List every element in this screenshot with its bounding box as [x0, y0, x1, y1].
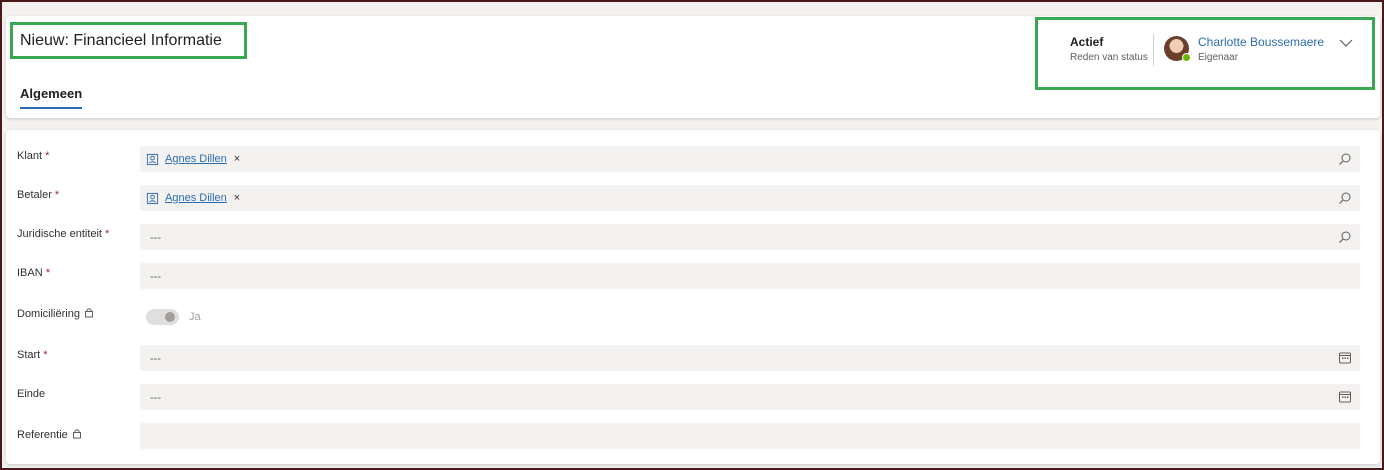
field-label-start: Start *	[17, 349, 48, 361]
contact-icon	[146, 153, 159, 165]
page-title: Nieuw: Financieel Informatie	[20, 32, 222, 49]
search-icon[interactable]	[1338, 152, 1352, 166]
status-field[interactable]: Actief Reden van status	[1070, 35, 1148, 63]
field-label-iban: IBAN *	[17, 267, 50, 279]
empty-placeholder: ---	[150, 271, 161, 283]
einde-date-input[interactable]: ---	[140, 384, 1360, 410]
lookup-tag: Agnes Dillen ×	[146, 189, 240, 207]
lookup-tag: Agnes Dillen ×	[146, 150, 240, 168]
required-indicator: *	[45, 267, 50, 279]
form-header: Nieuw: Financieel Informatie Algemeen Ac…	[6, 16, 1380, 118]
remove-icon[interactable]: ×	[234, 192, 240, 204]
toggle-value-label: Ja	[189, 311, 201, 323]
header-divider	[1153, 34, 1154, 66]
iban-input[interactable]: ---	[140, 263, 1360, 289]
form-section: Klant * Agnes Dillen × Betaler * Agnes D…	[6, 130, 1380, 464]
avatar[interactable]	[1164, 36, 1191, 62]
status-label: Reden van status	[1070, 52, 1148, 63]
betaler-lookup-input[interactable]: Agnes Dillen ×	[140, 185, 1360, 211]
field-label-klant: Klant *	[17, 150, 50, 162]
status-value: Actief	[1070, 35, 1104, 49]
presence-icon	[1182, 53, 1191, 62]
empty-placeholder: ---	[150, 392, 161, 404]
remove-icon[interactable]: ×	[234, 153, 240, 165]
owner-field: Charlotte Boussemaere Eigenaar	[1198, 35, 1324, 63]
field-label-referentie: Referentie	[17, 428, 82, 441]
calendar-icon[interactable]	[1338, 351, 1352, 365]
field-label-juridische-entiteit: Juridische entiteit *	[17, 228, 110, 240]
lookup-value-link[interactable]: Agnes Dillen	[165, 153, 227, 165]
lookup-value-link[interactable]: Agnes Dillen	[165, 192, 227, 204]
owner-label: Eigenaar	[1198, 52, 1239, 63]
referentie-input	[140, 423, 1360, 449]
field-label-domiciliering: Domiciliëring	[17, 307, 94, 320]
required-indicator: *	[105, 228, 110, 240]
tab-algemeen[interactable]: Algemeen	[20, 86, 83, 109]
juridische-entiteit-lookup-input[interactable]: ---	[140, 224, 1360, 250]
calendar-icon[interactable]	[1338, 390, 1352, 404]
required-indicator: *	[45, 150, 50, 162]
chevron-down-icon[interactable]	[1338, 35, 1354, 51]
field-label-einde: Einde	[17, 388, 46, 400]
owner-name-link[interactable]: Charlotte Boussemaere	[1198, 35, 1324, 49]
required-indicator: *	[54, 189, 60, 201]
search-icon[interactable]	[1338, 230, 1352, 244]
lock-icon	[72, 429, 81, 439]
lock-icon	[84, 308, 93, 318]
toggle-knob	[165, 312, 175, 322]
klant-lookup-input[interactable]: Agnes Dillen ×	[140, 146, 1360, 172]
required-indicator: *	[43, 349, 48, 361]
domiciliering-toggle[interactable]	[146, 309, 179, 325]
search-icon[interactable]	[1338, 191, 1352, 205]
empty-placeholder: ---	[150, 232, 161, 244]
contact-icon	[146, 192, 159, 204]
app-frame: Nieuw: Financieel Informatie Algemeen Ac…	[0, 0, 1384, 470]
empty-placeholder: ---	[150, 353, 161, 365]
field-label-betaler: Betaler *	[17, 189, 60, 201]
start-date-input[interactable]: ---	[140, 345, 1360, 371]
